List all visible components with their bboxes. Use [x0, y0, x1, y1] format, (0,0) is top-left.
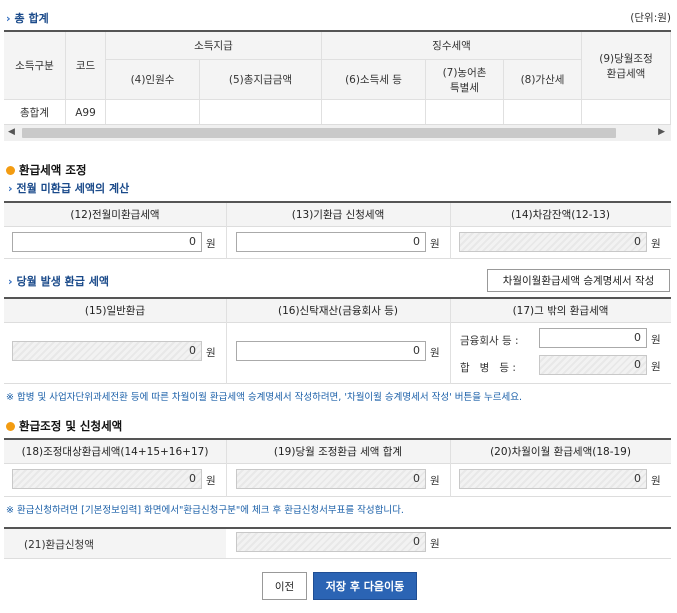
current-month-title: › 당월 발생 환급 세액 [8, 275, 109, 288]
won-label: 원 [430, 238, 440, 250]
finance-company-label: 금융회사 등 : [460, 335, 519, 347]
chevron-right-icon: › [6, 12, 11, 25]
refund-adjust-title: 환급세액 조정 [6, 162, 86, 178]
apply-amount-input: 0 [236, 532, 426, 552]
finance-company-input[interactable]: 0 [539, 328, 647, 348]
header-carry-forward: (20)차월이월 환급세액(18-19) [450, 440, 671, 464]
header-code: 코드 [66, 32, 106, 100]
prev-month-title: › 전월 미환급 세액의 계산 [8, 182, 130, 195]
refund-apply-title: 환급조정 및 신청세액 [6, 418, 122, 434]
bullet-icon [6, 166, 15, 175]
scroll-left-icon[interactable]: ◀ [8, 127, 15, 137]
won-label: 원 [651, 334, 661, 346]
carry-forward-note: ※ 합병 및 사업자단위과세전환 등에 따른 차월이월 환급세액 승계명세서 작… [6, 392, 522, 403]
apply-amount-label: (21)환급신청액 [24, 539, 94, 551]
header-prev-unrefunded: (12)전월미환급세액 [4, 203, 226, 227]
header-other-refund: (17)그 밖의 환급세액 [450, 299, 671, 323]
header-adjust-total: (19)당월 조정환급 세액 합계 [226, 440, 450, 464]
prev-unrefunded-input[interactable]: 0 [12, 232, 202, 252]
won-label: 원 [206, 238, 216, 250]
header-adjust-target: (18)조정대상환급세액(14+15+16+17) [4, 440, 226, 464]
won-label: 원 [430, 475, 440, 487]
row-income-type: 총합계 [4, 100, 66, 126]
header-add-tax: (8)가산세 [504, 60, 582, 100]
adjust-total-input: 0 [236, 469, 426, 489]
total-section-title: › 총 합계 [6, 12, 49, 25]
row-adjust-refund [582, 100, 671, 126]
balance-input: 0 [459, 232, 647, 252]
row-total-payment [200, 100, 322, 126]
scrollbar-thumb[interactable] [22, 128, 616, 138]
row-rural-tax [426, 100, 504, 126]
won-label: 원 [651, 475, 661, 487]
header-income-payment: 소득지급 [106, 32, 322, 60]
header-already-refunded: (13)기환급 신청세액 [226, 203, 450, 227]
row-people [106, 100, 200, 126]
header-general-refund: (15)일반환급 [4, 299, 226, 323]
merger-label: 합 병 등 : [460, 362, 516, 374]
row-income-tax [322, 100, 426, 126]
carry-forward-input: 0 [459, 469, 647, 489]
header-trust-property: (16)신탁재산(금융회사 등) [226, 299, 450, 323]
won-label: 원 [206, 347, 216, 359]
won-label: 원 [651, 361, 661, 373]
general-refund-input: 0 [12, 341, 202, 361]
carry-forward-statement-button[interactable]: 차월이월환급세액 승계명세서 작성 [487, 269, 670, 292]
header-rural-tax: (7)농어촌 특별세 [426, 60, 504, 100]
chevron-right-icon: › [8, 182, 13, 195]
header-adjust-refund: (9)당월조정 환급세액 [582, 32, 671, 100]
row-add-tax [504, 100, 582, 126]
row-code: A99 [66, 100, 106, 126]
bullet-icon [6, 422, 15, 431]
won-label: 원 [430, 538, 440, 550]
apply-note: ※ 환급신청하려면 [기본정보입력] 화면에서"환급신청구분"에 체크 후 환급… [6, 505, 404, 516]
header-withholding: 징수세액 [322, 32, 582, 60]
won-label: 원 [430, 347, 440, 359]
adjust-target-input: 0 [12, 469, 202, 489]
header-total-payment: (5)총지급금액 [200, 60, 322, 100]
header-income-type: 소득구분 [4, 32, 66, 100]
header-income-tax: (6)소득세 등 [322, 60, 426, 100]
unit-label: (단위:원) [630, 12, 671, 24]
horizontal-scrollbar[interactable]: ◀ ▶ [4, 124, 671, 141]
trust-property-input[interactable]: 0 [236, 341, 426, 361]
prev-button[interactable]: 이전 [262, 572, 307, 600]
won-label: 원 [206, 475, 216, 487]
header-balance: (14)차감잔액(12-13) [450, 203, 671, 227]
chevron-right-icon: › [8, 275, 13, 288]
won-label: 원 [651, 238, 661, 250]
already-refunded-input[interactable]: 0 [236, 232, 426, 252]
header-people: (4)인원수 [106, 60, 200, 100]
save-next-button[interactable]: 저장 후 다음이동 [313, 572, 417, 600]
merger-input: 0 [539, 355, 647, 375]
scroll-right-icon[interactable]: ▶ [658, 127, 665, 137]
